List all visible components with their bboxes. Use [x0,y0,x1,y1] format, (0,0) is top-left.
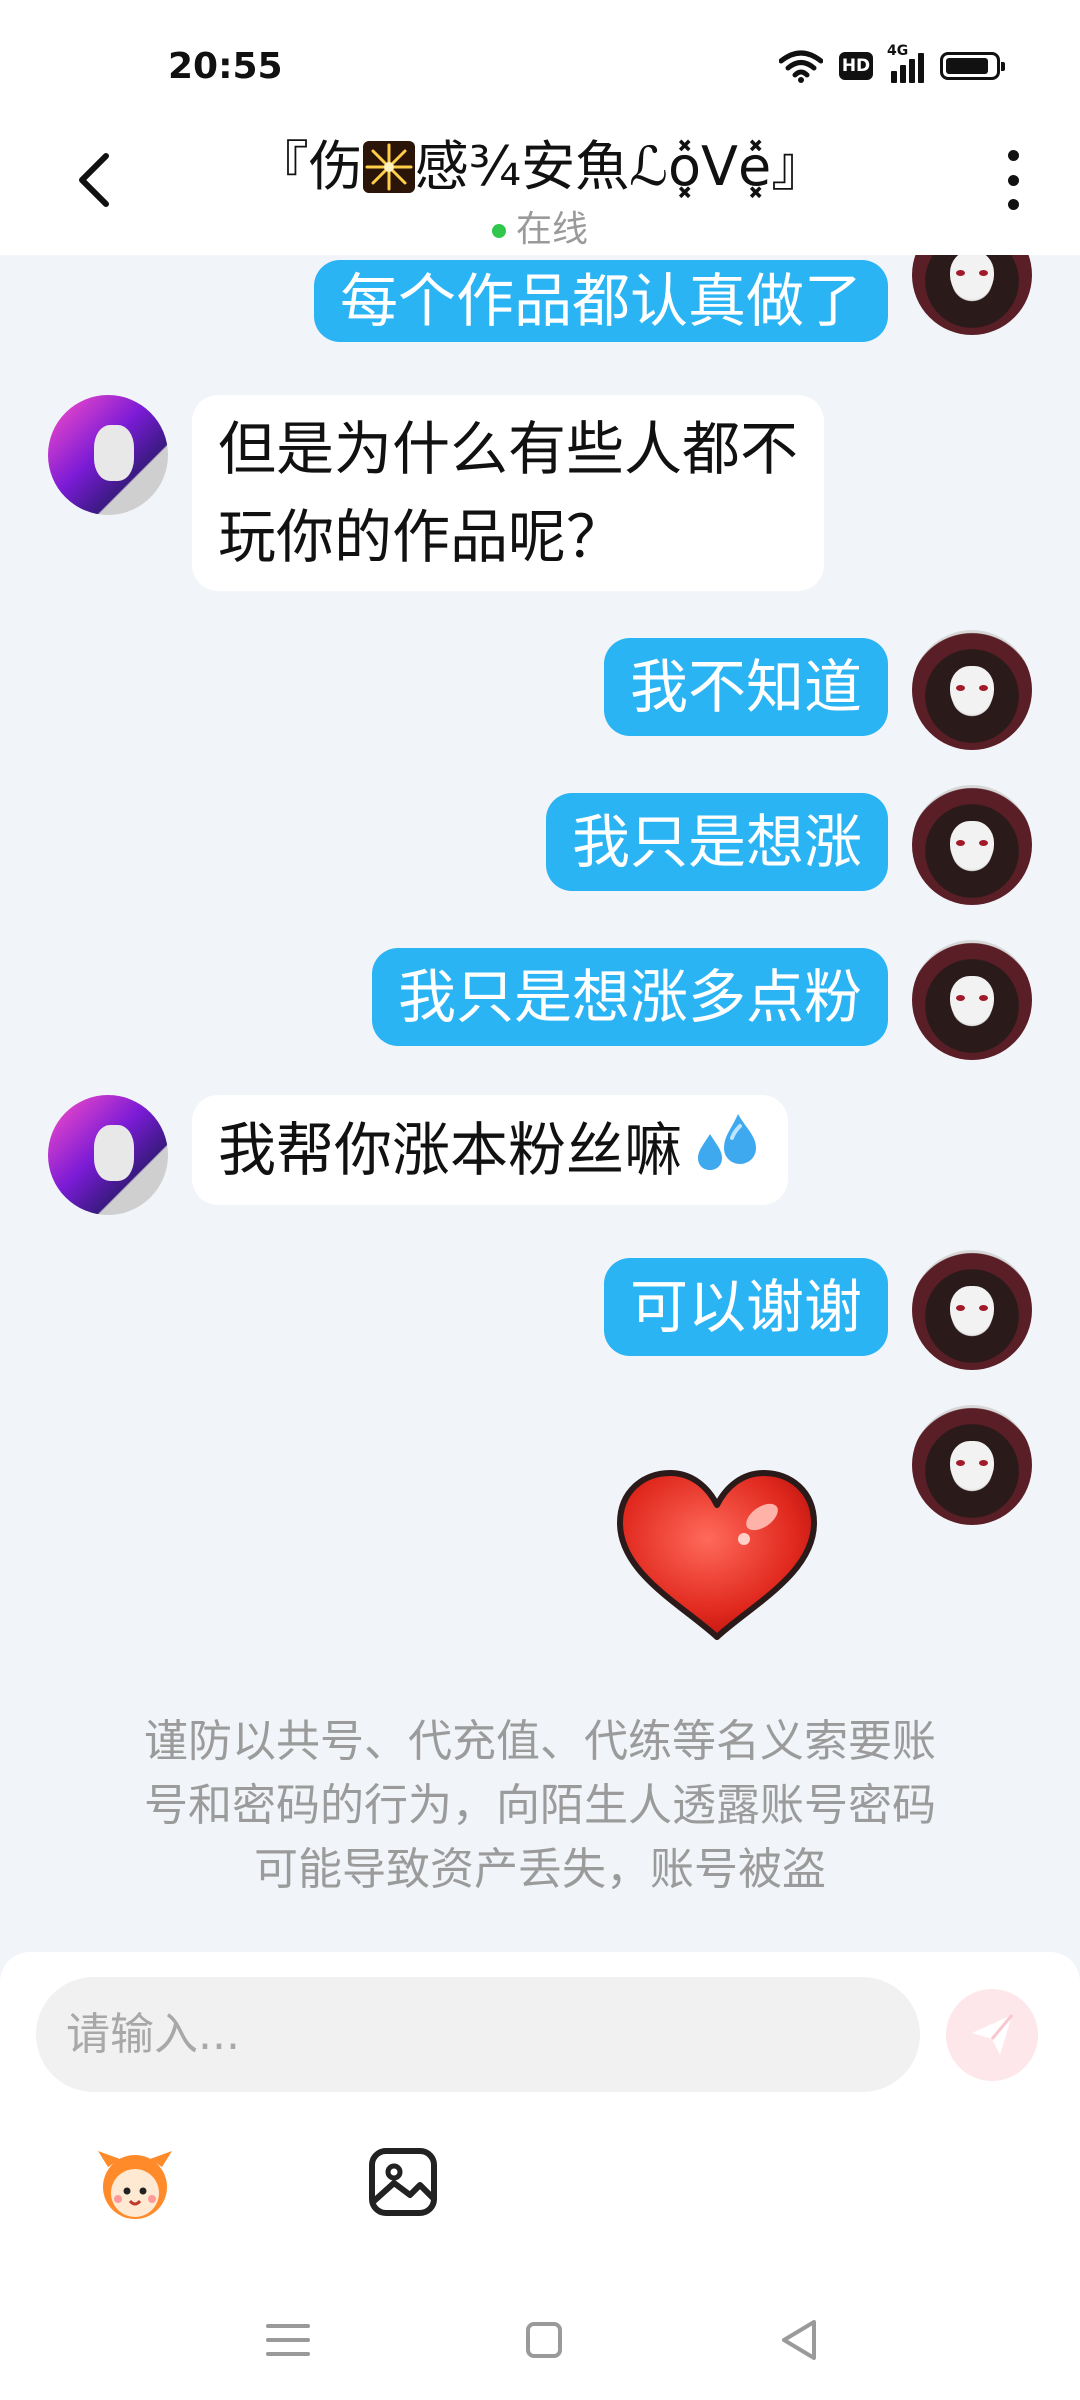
wifi-icon [779,50,823,83]
sweat-drops-icon [698,1114,757,1170]
title-prefix: 『伤 [254,135,363,198]
message-bubble-sent[interactable]: 我不知道 [603,638,888,736]
notice-line: 可能导致资产丢失，账号被盗 [254,1844,826,1895]
my-avatar[interactable] [912,785,1032,905]
sticker-mascot-icon[interactable] [90,2137,180,2227]
message-line: 玩你的作品呢？ [218,503,625,571]
battery-icon [940,52,1005,80]
online-dot-icon [491,224,506,238]
top-bar: 20:55 HD 4G 『伤 感¾安魚ℒo͓̽ᐯe͓̽』 在线 [0,0,1080,255]
message-bubble-received[interactable]: 但是为什么有些人都不 玩你的作品呢？ [192,395,825,591]
message-input[interactable] [36,1977,920,2092]
home-square-icon[interactable] [514,2310,574,2370]
image-icon[interactable] [360,2137,450,2227]
message-bubble-sent[interactable]: 我只是想涨 [545,793,888,891]
status-icons: HD 4G [779,43,1005,86]
my-avatar[interactable] [912,940,1032,1060]
security-notice: 谨防以共号、代充值、代练等名义索要账 号和密码的行为，向陌生人透露账号密码 可能… [90,1710,990,1902]
message-bubble-sent[interactable]: 每个作品都认真做了 [313,260,888,342]
contact-avatar[interactable] [48,395,168,515]
message-bubble-received[interactable]: 我帮你涨本粉丝嘛 [192,1095,789,1205]
notice-line: 号和密码的行为，向陌生人透露账号密码 [144,1780,936,1831]
back-triangle-icon[interactable] [770,2310,830,2370]
network-label: 4G [887,43,909,59]
status-time: 20:55 [168,46,283,87]
system-nav-bar [0,2280,1080,2390]
online-label: 在线 [515,209,588,250]
signal-4g-icon: 4G [887,43,924,83]
my-avatar[interactable] [912,630,1032,750]
menu-icon[interactable] [258,2310,318,2370]
more-options-button[interactable] [1006,150,1020,210]
my-avatar[interactable] [912,1405,1032,1525]
online-status: 在线 [0,200,1080,252]
message-line: 但是为什么有些人都不 [218,415,799,483]
my-avatar[interactable] [912,255,1032,335]
title-suffix: 感¾安魚ℒo͓̽ᐯe͓̽』 [414,135,826,198]
my-avatar[interactable] [912,1250,1032,1370]
notice-line: 谨防以共号、代充值、代练等名义索要账 [144,1716,936,1767]
paper-plane-icon [972,2014,1014,2055]
contact-avatar[interactable] [48,1095,168,1215]
message-bubble-sent[interactable]: 我只是想涨多点粉 [371,948,888,1046]
firework-icon [362,141,415,193]
hd-icon: HD [839,52,873,80]
message-bubble-sent[interactable]: 可以谢谢 [603,1258,888,1356]
send-button[interactable] [946,1989,1038,2081]
message-text: 我帮你涨本粉丝嘛 [218,1116,683,1184]
red-heart-sticker[interactable] [612,1465,822,1645]
message-list[interactable]: 每个作品都认真做了 但是为什么有些人都不 玩你的作品呢？ 我不知道 我只是想涨 … [0,255,1080,1955]
chat-title: 『伤 感¾安魚ℒo͓̽ᐯe͓̽』 [200,122,880,201]
